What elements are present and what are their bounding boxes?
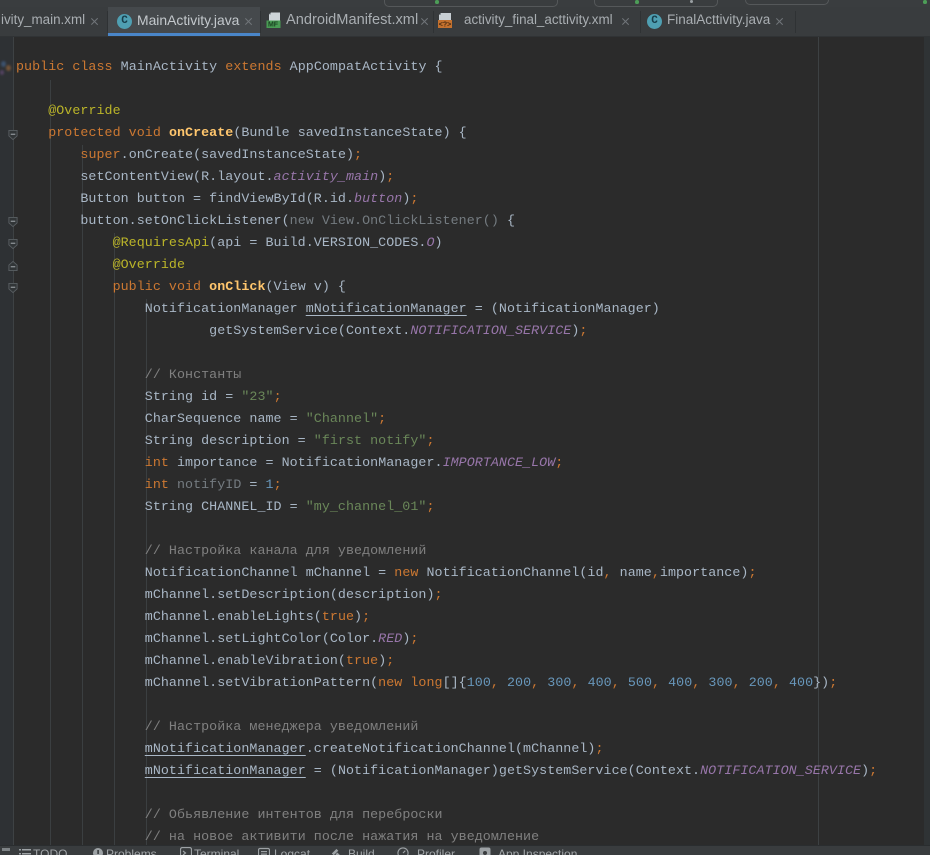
svg-text:MF: MF: [268, 22, 279, 29]
svg-text:<?>: <?>: [439, 22, 451, 29]
